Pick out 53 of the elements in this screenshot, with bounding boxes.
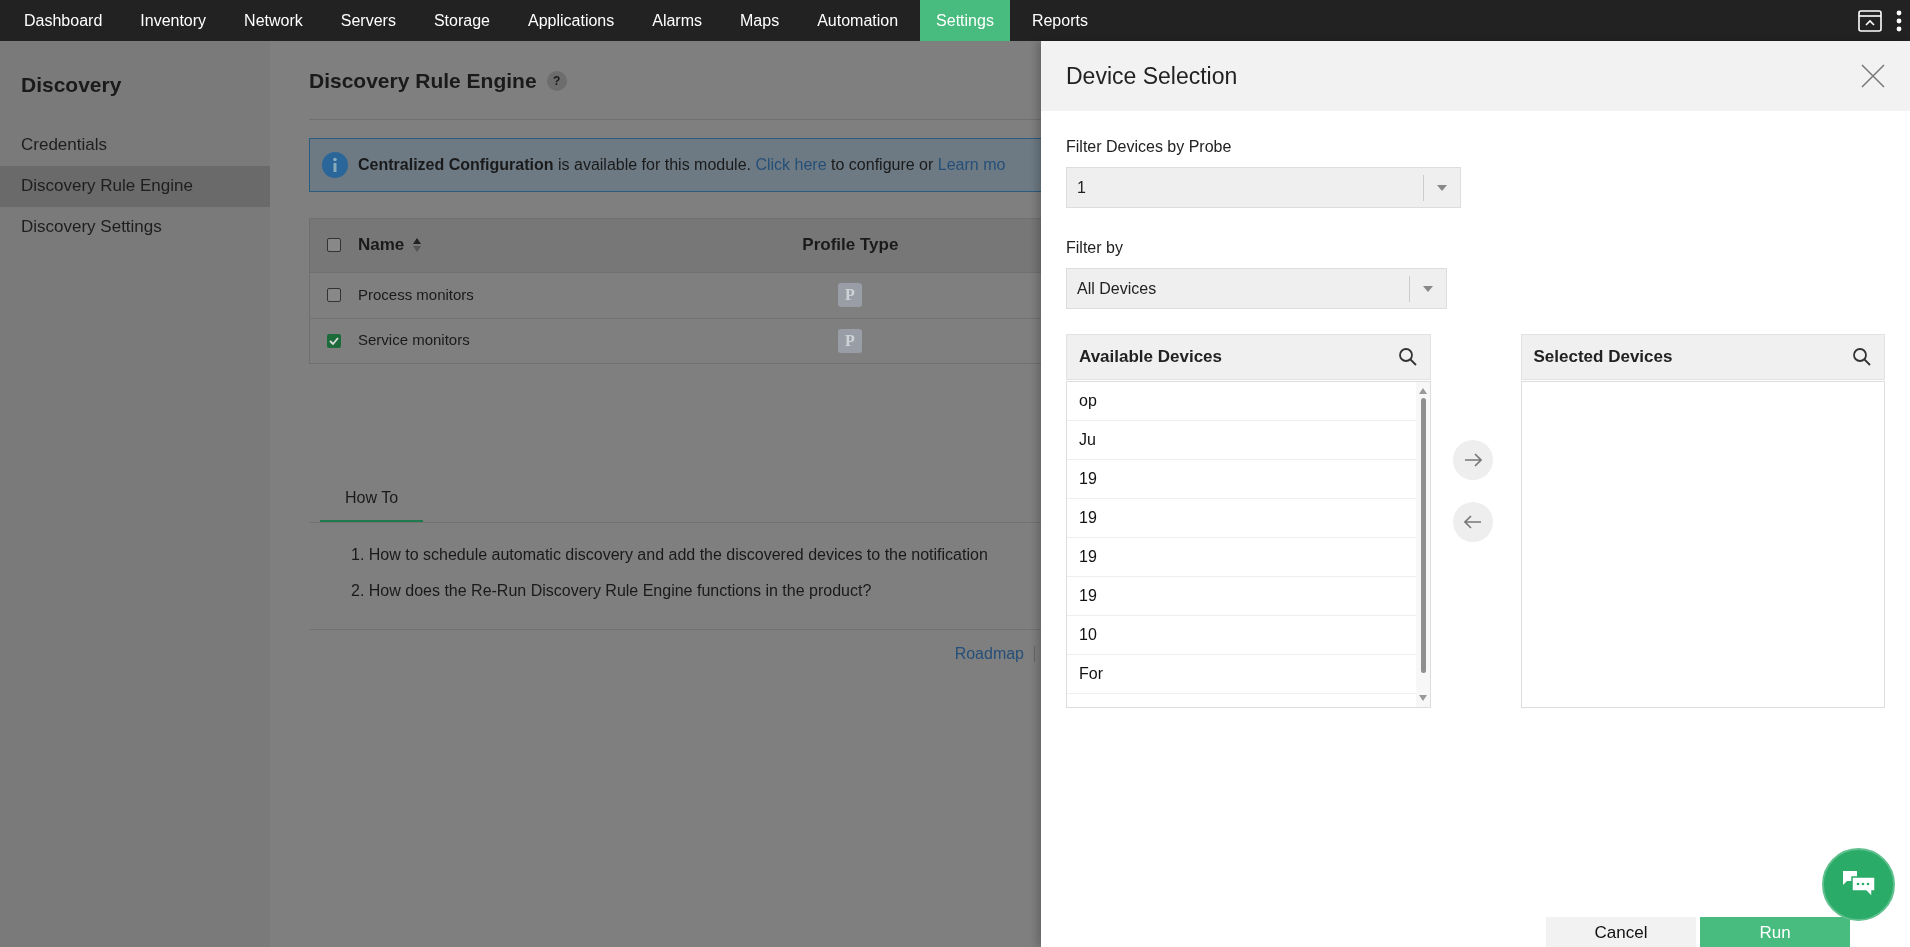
search-icon[interactable] <box>1397 347 1418 367</box>
probe-dropdown[interactable]: 1 <box>1066 167 1461 208</box>
device-item[interactable]: 19 <box>1067 499 1416 538</box>
nav-tab[interactable]: Applications <box>511 0 631 41</box>
device-item[interactable]: 10 <box>1067 616 1416 655</box>
nav-tab[interactable]: Network <box>228 0 319 41</box>
page-title: Discovery Rule Engine <box>309 68 537 94</box>
nav-tab[interactable]: Dashboard <box>8 0 119 41</box>
device-item[interactable]: Ju <box>1067 421 1416 460</box>
scrollbar[interactable] <box>1415 382 1430 707</box>
info-icon <box>322 151 348 178</box>
window-icon[interactable] <box>1858 9 1882 32</box>
nav-tab[interactable]: Alarms <box>636 0 718 41</box>
search-icon[interactable] <box>1852 347 1872 367</box>
filter-dropdown[interactable]: All Devices <box>1066 268 1447 309</box>
select-all-checkbox[interactable] <box>327 238 341 252</box>
list-header: Selected Devices <box>1520 334 1885 380</box>
column-header[interactable]: Profile Type <box>802 232 899 258</box>
row-checkbox[interactable] <box>327 333 341 348</box>
arrow-left-icon <box>1463 515 1482 529</box>
banner-text: Centralized Configuration is available for this module. Click here to configure or Learn mo <box>358 154 1006 175</box>
nav-tab[interactable]: Maps <box>724 0 796 41</box>
caret-icon <box>1437 184 1447 191</box>
field-label: Filter by <box>1066 238 1124 258</box>
table-cell-text: Process monitors <box>358 284 475 305</box>
nav-tab[interactable]: Storage <box>417 0 506 41</box>
nav-tab[interactable]: Reports <box>1015 0 1104 41</box>
device-item[interactable]: For <box>1067 655 1416 694</box>
device-item[interactable]: 19 <box>1067 538 1416 577</box>
device-item[interactable]: 19 <box>1067 460 1416 499</box>
move-right-button[interactable] <box>1452 440 1493 480</box>
column-header[interactable]: Name <box>358 232 405 258</box>
cancel-button[interactable]: Cancel <box>1546 917 1696 947</box>
table-cell-text: Service monitors <box>358 330 471 351</box>
nav-tab[interactable]: Inventory <box>124 0 223 41</box>
nav-tab[interactable]: Servers <box>324 0 412 41</box>
sidebar-title: Discovery <box>20 72 123 98</box>
device-item[interactable]: 19 <box>1067 577 1416 616</box>
close-icon[interactable] <box>1861 64 1885 88</box>
arrow-right-icon <box>1463 453 1482 467</box>
caret-icon <box>1423 285 1433 292</box>
list-header: Available Devices <box>1066 334 1431 380</box>
how-to-link[interactable]: 2. How does the Re-Run Discovery Rule Engine functions in the product? <box>351 578 1041 603</box>
drawer-title: Device Selection <box>1066 61 1238 91</box>
sort-icon[interactable] <box>412 237 423 253</box>
more-icon[interactable] <box>1896 9 1902 32</box>
move-left-button[interactable] <box>1452 502 1493 542</box>
device-item[interactable]: op <box>1067 382 1416 421</box>
nav-tab[interactable]: Automation <box>801 0 915 41</box>
field-label: Filter Devices by Probe <box>1066 137 1233 157</box>
how-to-tab[interactable]: How To <box>320 485 424 522</box>
row-checkbox[interactable] <box>327 288 341 302</box>
how-to-link[interactable]: 1. How to schedule automatic discovery and add the discovered devices to the notification <box>351 542 1041 567</box>
